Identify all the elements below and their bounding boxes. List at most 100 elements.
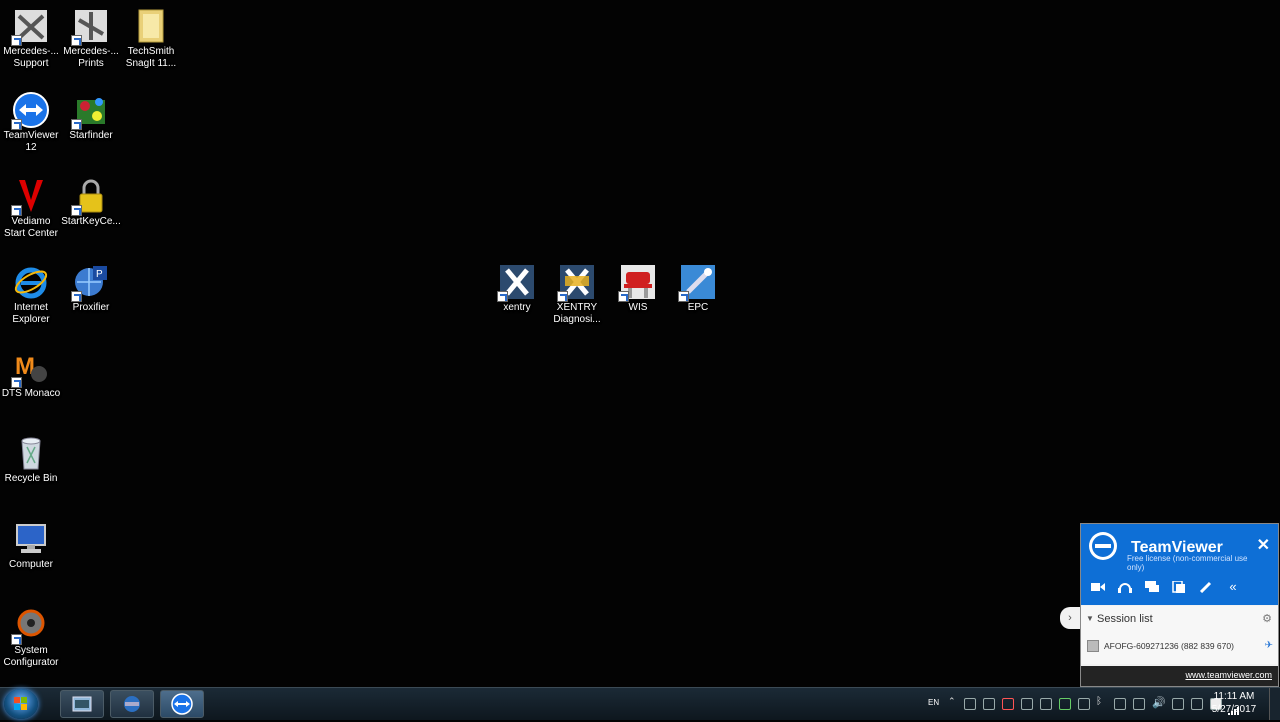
tray-icon-1[interactable]	[964, 698, 976, 710]
lock-icon	[71, 178, 109, 216]
headset-icon[interactable]	[1117, 581, 1133, 595]
clock[interactable]: 11:11 AM 5/27/2017	[1204, 690, 1264, 716]
show-desktop-button[interactable]	[1269, 688, 1280, 720]
tray-icon-7[interactable]	[1114, 698, 1126, 710]
windows-logo-icon	[14, 697, 27, 710]
desktop-icon-recycle-bin[interactable]: Recycle Bin	[0, 435, 62, 485]
network-icon	[124, 696, 140, 712]
desktop-icon-snagit[interactable]: TechSmith SnagIt 11...	[120, 8, 182, 70]
desktop-icon-label: XENTRY Diagnosi...	[553, 302, 601, 325]
vediamo-icon	[11, 178, 49, 216]
svg-text:P: P	[96, 269, 103, 280]
desktop-icon-vediamo[interactable]: Vediamo Start Center	[0, 178, 62, 240]
taskbar-explorer-button[interactable]	[60, 690, 104, 718]
desktop-icon-startkeycenter[interactable]: StartKeyCe...	[60, 178, 122, 228]
pen-icon[interactable]	[1198, 581, 1214, 595]
close-icon[interactable]: ✕	[1257, 538, 1270, 554]
internet-explorer-icon	[13, 264, 49, 300]
desktop-icon-label: System Configurator	[3, 645, 59, 668]
desktop-icon-wis[interactable]: WIS	[607, 264, 669, 314]
teamviewer-expand-button[interactable]: ›	[1060, 607, 1080, 629]
desktop-icon-xentry-diagnosis[interactable]: XENTRY Diagnosi...	[546, 264, 608, 326]
teamviewer-panel: TeamViewer Free license (non-commercial …	[1080, 523, 1279, 687]
desktop-icon-label: Recycle Bin	[4, 473, 58, 484]
desktop-icon-label: DTS Monaco	[1, 388, 61, 399]
desktop-icon-label: TeamViewer 12	[3, 130, 59, 153]
tools-icon	[71, 8, 109, 46]
xentry-diagnosis-icon	[557, 264, 595, 302]
chevron-up-icon[interactable]: ⌃	[948, 696, 956, 707]
tray-icon-2[interactable]	[983, 698, 995, 710]
folder-icon	[72, 696, 92, 712]
chevron-right-icon: ›	[1068, 612, 1072, 624]
desktop-icon-label: Internet Explorer	[12, 302, 50, 325]
proxifier-icon: P	[71, 264, 109, 302]
tray-icon-3[interactable]	[1021, 698, 1033, 710]
folder-icon	[133, 8, 169, 44]
teamviewer-license: Free license (non-commercial use only)	[1127, 554, 1248, 572]
desktop-icon-label: Proxifier	[72, 302, 110, 313]
session-list: ▼ Session list ⚙ AFOFG-609271236 (882 83…	[1081, 606, 1278, 664]
desktop-icon-proxifier[interactable]: P Proxifier	[60, 264, 122, 314]
teamviewer-link[interactable]: www.teamviewer.com	[1185, 670, 1272, 680]
tray-icon-4[interactable]	[1040, 698, 1052, 710]
shield-icon[interactable]	[1002, 698, 1014, 710]
gear-icon[interactable]: ⚙	[1262, 612, 1272, 625]
desktop-icon-epc[interactable]: EPC	[667, 264, 729, 314]
desktop-icon-label: Computer	[9, 559, 53, 570]
chat-icon[interactable]	[1144, 581, 1160, 595]
gear-icon	[11, 607, 49, 645]
collapse-icon[interactable]: «	[1225, 580, 1241, 595]
desktop-icon-label: Mercedes-... Prints	[63, 46, 119, 69]
desktop-icon-system-configurator[interactable]: System Configurator	[0, 607, 62, 669]
recycle-bin-icon	[13, 435, 49, 471]
car-lift-icon	[618, 264, 656, 302]
bluetooth-icon[interactable]: ᛒ	[1096, 696, 1102, 707]
taskbar-network-button[interactable]	[110, 690, 154, 718]
teamviewer-logo-icon	[1089, 532, 1117, 560]
volume-icon[interactable]: 🔊	[1152, 696, 1166, 709]
clock-time: 11:11 AM	[1213, 691, 1255, 702]
desktop-icon-mercedes-prints[interactable]: Mercedes-... Prints	[60, 8, 122, 70]
desktop-icon-dts-monaco[interactable]: M DTS Monaco	[0, 350, 62, 400]
teamviewer-header: TeamViewer Free license (non-commercial …	[1081, 524, 1278, 605]
session-list-title: Session list	[1097, 613, 1153, 625]
epc-icon	[678, 264, 716, 302]
tools-icon	[11, 8, 49, 46]
desktop-icon-label: EPC	[687, 302, 709, 313]
teamviewer-icon	[11, 92, 49, 130]
tray-icon-9[interactable]	[1172, 698, 1184, 710]
taskbar-teamviewer-button[interactable]	[160, 690, 204, 718]
desktop-icon-starfinder[interactable]: Starfinder	[60, 92, 122, 142]
pin-icon[interactable]: ✈	[1265, 640, 1273, 651]
desktop-icon-label: StartKeyCe...	[61, 216, 121, 227]
chevron-down-icon[interactable]: ▼	[1086, 614, 1094, 623]
desktop-icon-label: Starfinder	[69, 130, 113, 141]
system-tray: EN ⌃ ᛒ 🔊 11:11 AM 5/27/2017	[900, 688, 1280, 720]
xentry-icon	[497, 264, 535, 302]
tray-icon-5[interactable]	[1059, 698, 1071, 710]
desktop-icon-label: TechSmith SnagIt 11...	[125, 46, 177, 69]
dts-monaco-icon: M	[11, 350, 49, 388]
session-id: AFOFG-609271236 (882 839 670)	[1104, 641, 1234, 651]
desktop-icon-xentry[interactable]: xentry	[486, 264, 548, 314]
clock-date: 5/27/2017	[1211, 704, 1257, 715]
desktop-icon-label: Mercedes-... Support	[3, 46, 59, 69]
desktop-icon-mercedes-support[interactable]: Mercedes-... Support	[0, 8, 62, 70]
desktop-icon-computer[interactable]: Computer	[0, 521, 62, 571]
start-button[interactable]	[4, 689, 38, 719]
desktop-icon-teamviewer[interactable]: TeamViewer 12	[0, 92, 62, 154]
starfinder-icon	[71, 92, 109, 130]
session-row[interactable]: AFOFG-609271236 (882 839 670) ✈	[1087, 639, 1273, 655]
language-indicator[interactable]: EN	[928, 698, 939, 707]
user-icon	[1087, 640, 1099, 652]
taskbar: EN ⌃ ᛒ 🔊 11:11 AM 5/27/2017	[0, 687, 1280, 720]
tray-icon-6[interactable]	[1078, 698, 1090, 710]
video-icon[interactable]	[1090, 581, 1106, 595]
desktop-icon-label: xentry	[503, 302, 531, 313]
desktop-icon-label: Vediamo Start Center	[4, 216, 58, 239]
files-icon[interactable]	[1171, 580, 1187, 595]
tray-icon-10[interactable]	[1191, 698, 1203, 710]
tray-icon-8[interactable]	[1133, 698, 1145, 710]
desktop-icon-internet-explorer[interactable]: Internet Explorer	[0, 264, 62, 326]
